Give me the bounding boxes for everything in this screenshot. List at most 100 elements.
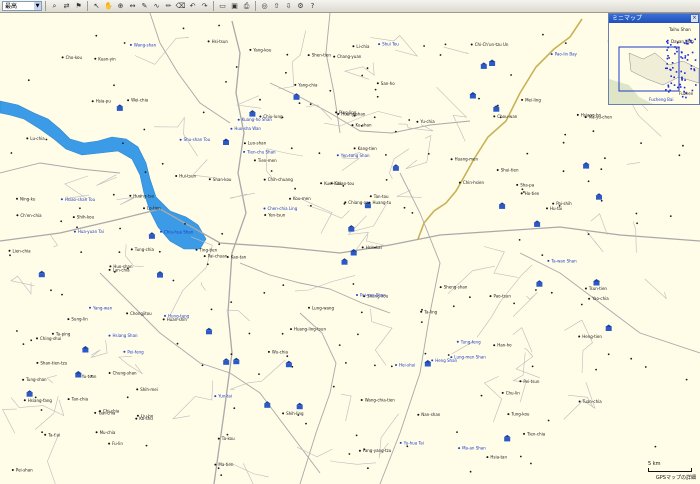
place-dot[interactable] [16, 197, 18, 200]
place-label[interactable]: Huo-sha Wan [234, 126, 261, 131]
place-label[interactable]: Ta-kou [221, 436, 235, 441]
place-dot[interactable] [8, 249, 11, 252]
place-dot[interactable] [230, 127, 233, 130]
place-dot[interactable] [550, 53, 553, 56]
building-icon[interactable] [488, 59, 496, 67]
place-label[interactable]: Kuan-yin [98, 56, 116, 61]
place-label[interactable]: San-ho [381, 81, 396, 86]
place-dot[interactable] [290, 328, 292, 331]
place-label[interactable]: Ping-ling [339, 110, 357, 115]
place-dot[interactable] [36, 337, 38, 340]
place-label[interactable]: Shih-mei [140, 387, 158, 392]
route-icon[interactable]: ⇄ [61, 1, 72, 11]
place-dot[interactable] [214, 395, 217, 398]
building-icon[interactable] [498, 202, 506, 209]
place-dot[interactable] [578, 400, 581, 403]
help-icon[interactable]: ? [307, 1, 318, 11]
place-dot[interactable] [249, 48, 252, 51]
place-dot[interactable] [493, 115, 496, 118]
building-icon[interactable] [503, 434, 511, 442]
building-icon[interactable] [285, 360, 293, 368]
place-dot[interactable] [450, 158, 453, 161]
place-label[interactable]: Tsun-tien [588, 286, 608, 291]
place-dot[interactable] [129, 194, 132, 197]
building-icon[interactable] [341, 258, 348, 265]
place-label[interactable]: Chou-wan [497, 114, 517, 119]
place-label[interactable]: Heng-tien [582, 334, 602, 339]
zoom-icon[interactable]: ⊕ [115, 1, 126, 11]
place-label[interactable]: Shih-kou [77, 215, 95, 220]
place-label[interactable]: Fang-yang-tzu [363, 448, 392, 453]
place-dot[interactable] [547, 259, 550, 262]
close-icon[interactable]: × [691, 15, 698, 22]
place-label[interactable]: Mu-chia [100, 430, 116, 435]
place-label[interactable]: Hsia-tan [490, 455, 507, 460]
folder-icon[interactable]: ▭ [217, 1, 228, 11]
place-dot[interactable] [143, 207, 145, 210]
chevron-down-icon[interactable]: ▼ [34, 2, 41, 10]
place-dot[interactable] [36, 361, 39, 364]
place-label[interactable]: Hsi-tsun [212, 39, 229, 44]
place-dot[interactable] [416, 120, 419, 123]
building-icon[interactable] [222, 358, 230, 365]
place-label[interactable]: Hsiang Shan [113, 333, 139, 338]
place-label[interactable]: Hsin-kai [366, 245, 382, 250]
place-label[interactable]: Tan-tou [373, 194, 389, 199]
place-dot[interactable] [108, 268, 111, 271]
place-label[interactable]: Kuang-ho Shan [242, 117, 273, 122]
place-dot[interactable] [123, 350, 126, 353]
place-label[interactable]: Tung-chia [134, 247, 155, 252]
building-icon[interactable] [148, 232, 156, 239]
place-dot[interactable] [162, 318, 165, 321]
place-dot[interactable] [360, 399, 363, 401]
place-label[interactable]: Shui Tou [382, 42, 399, 47]
place-label[interactable]: Sung-lin [71, 317, 88, 322]
place-label[interactable]: Liu-ho [141, 413, 154, 418]
place-dot[interactable] [336, 154, 339, 157]
place-label[interactable]: Tsai-chia [97, 410, 116, 415]
place-label[interactable]: Chiu-hua Shan [164, 229, 194, 234]
place-label[interactable]: Mei-ling [525, 97, 541, 102]
building-icon[interactable] [582, 162, 590, 169]
place-dot[interactable] [352, 45, 355, 48]
building-icon[interactable] [81, 346, 89, 353]
place-dot[interactable] [11, 469, 14, 471]
place-label[interactable]: Huang-ling-tsun [294, 327, 326, 332]
place-label[interactable]: Shu-shan Tou [184, 137, 211, 142]
place-label[interactable]: Hung-tang [168, 313, 190, 318]
place-label[interactable]: Sheng-shan [444, 285, 468, 290]
place-dot[interactable] [89, 306, 91, 309]
place-label[interactable]: Pei-shan [16, 468, 33, 473]
place-label[interactable]: Wei-chia [131, 98, 149, 103]
place-label[interactable]: Li-chia [356, 44, 370, 49]
place-label[interactable]: Pai-yun Shan [360, 293, 386, 298]
place-label[interactable]: Chi-Ch'un-tzu Un [475, 42, 509, 47]
place-dot[interactable] [61, 56, 64, 59]
place-label[interactable]: Ning-ku [20, 196, 36, 201]
place-label[interactable]: Tung-feng [460, 339, 481, 344]
place-dot[interactable] [129, 43, 132, 46]
place-label[interactable]: Chang-yuan [337, 54, 362, 59]
undo-icon[interactable]: ↶ [187, 1, 198, 11]
place-dot[interactable] [523, 432, 525, 435]
place-dot[interactable] [23, 399, 26, 402]
download-icon[interactable]: ⇩ [283, 1, 294, 11]
place-label[interactable]: Ting-tien [199, 247, 218, 252]
place-dot[interactable] [109, 265, 112, 268]
place-dot[interactable] [289, 197, 291, 200]
place-label[interactable]: Chen-chia Ling [268, 206, 298, 211]
place-label[interactable]: Wang-chia-tien [365, 398, 396, 403]
upload-icon[interactable]: ⇧ [271, 1, 282, 11]
place-dot[interactable] [552, 202, 555, 205]
select-icon[interactable]: ↖ [91, 1, 102, 11]
place-dot[interactable] [486, 456, 489, 459]
place-dot[interactable] [136, 388, 139, 391]
place-dot[interactable] [507, 413, 510, 416]
place-label[interactable]: Chung-shan [113, 371, 137, 376]
building-icon[interactable] [347, 225, 355, 232]
place-label[interactable]: Chiao-tou [335, 181, 355, 186]
place-label[interactable]: Hsiang-ho [581, 112, 602, 117]
place-label[interactable]: Hsia-pu [96, 99, 112, 104]
building-icon[interactable] [38, 270, 46, 278]
place-label[interactable]: Nan-shan [421, 412, 440, 417]
